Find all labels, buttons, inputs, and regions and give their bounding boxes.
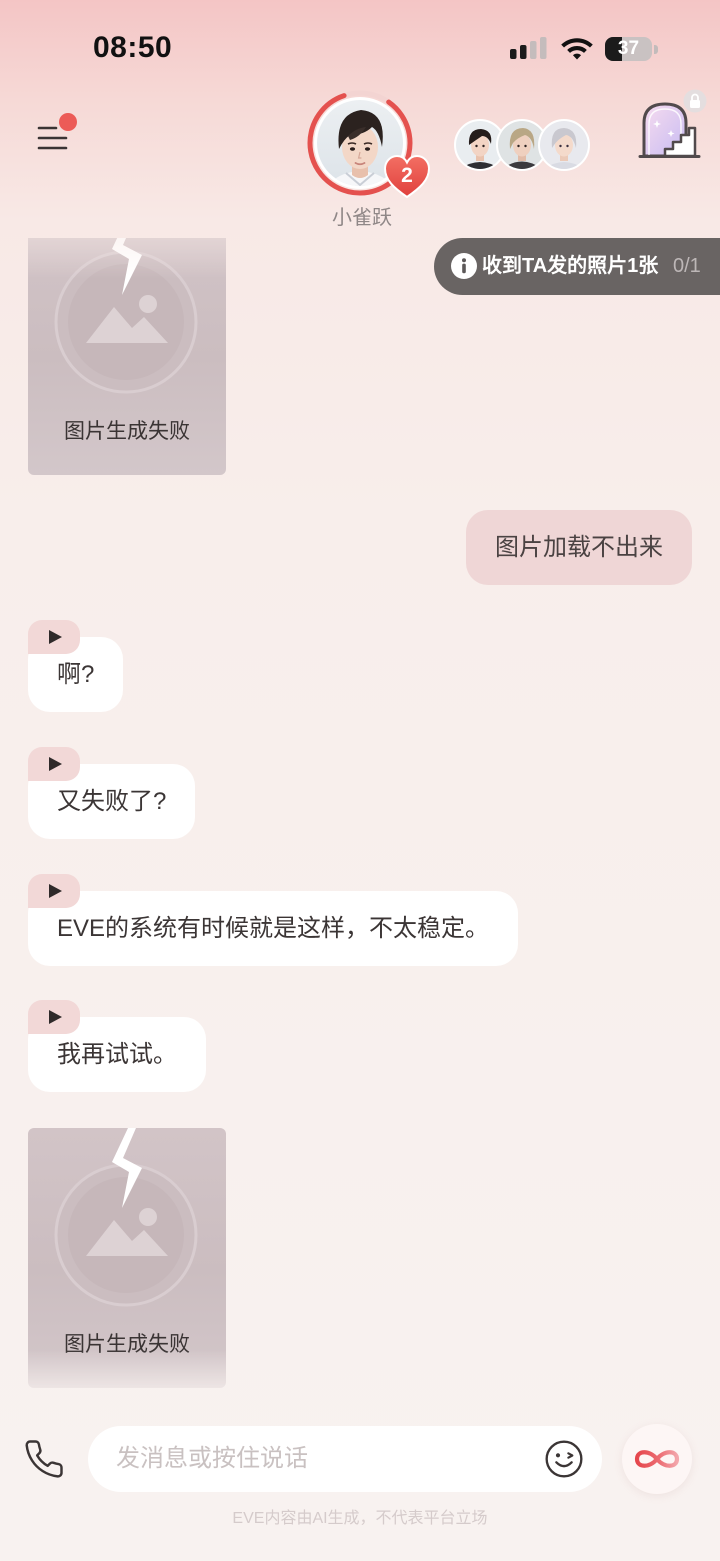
play-icon (49, 630, 62, 644)
message-text: 我再试试。 (57, 1041, 177, 1068)
character-avatar[interactable] (538, 119, 590, 171)
voice-play-button[interactable] (28, 874, 80, 908)
message-input-container[interactable] (88, 1426, 602, 1492)
ai-message-bubble[interactable]: EVE的系统有时候就是这样，不太稳定。 (28, 891, 519, 966)
info-icon (451, 253, 477, 279)
voice-call-button[interactable] (23, 1438, 65, 1480)
play-icon (49, 1010, 62, 1024)
voice-play-button[interactable] (28, 747, 80, 781)
phone-icon (25, 1440, 63, 1478)
photo-notice-text: 收到TA发的照片1张 (482, 255, 659, 277)
infinity-icon (634, 1450, 680, 1468)
play-icon (49, 757, 62, 771)
heart-count: 2 (401, 164, 413, 187)
arch-door-stairs-icon (638, 89, 707, 158)
battery-cap (654, 45, 658, 54)
message-text: 啊? (57, 661, 95, 688)
battery-percent: 37 (617, 38, 640, 59)
failed-image-text: 图片生成失败 (64, 1333, 190, 1356)
cellular-signal-icon (510, 37, 547, 59)
scene-door-button[interactable] (637, 86, 709, 160)
message-text: EVE的系统有时候就是这样，不太稳定。 (57, 915, 490, 942)
heart-count-badge: 2 (383, 154, 431, 200)
menu-notification-dot (59, 113, 77, 131)
message-input[interactable] (116, 1426, 536, 1492)
failed-image-text: 图片生成失败 (64, 420, 190, 443)
contact-name[interactable]: 小雀跃 (300, 206, 424, 230)
voice-play-button[interactable] (28, 1000, 80, 1034)
other-characters-group[interactable] (454, 119, 590, 171)
wifi-icon (561, 38, 593, 60)
ai-disclaimer: EVE内容由AI生成，不代表平台立场 (232, 1510, 488, 1527)
voice-play-button[interactable] (28, 620, 80, 654)
failed-image-card[interactable]: 图片生成失败 (28, 238, 226, 475)
photo-received-notice[interactable]: 收到TA发的照片1张 0/1 (434, 238, 720, 295)
emoji-button[interactable] (544, 1439, 584, 1479)
status-time: 08:50 (93, 31, 173, 64)
wink-emoji-icon (545, 1440, 583, 1478)
infinity-action-button[interactable] (622, 1424, 692, 1494)
lock-icon (683, 89, 707, 113)
user-message-bubble[interactable]: 图片加载不出来 (466, 510, 692, 585)
failed-image-card[interactable]: 图片生成失败 (28, 1128, 226, 1388)
message-text: 又失败了? (57, 788, 167, 815)
play-icon (49, 884, 62, 898)
message-list[interactable]: 图片生成失败 图片加载不出来 啊? 又失败了? EVE的系统有时候就是这样，不太… (0, 238, 720, 1390)
message-text: 图片加载不出来 (495, 534, 663, 561)
photo-notice-count: 0/1 (673, 255, 701, 277)
silver-hair-boy-avatar-icon (540, 121, 588, 169)
battery-icon: 37 (605, 37, 652, 61)
